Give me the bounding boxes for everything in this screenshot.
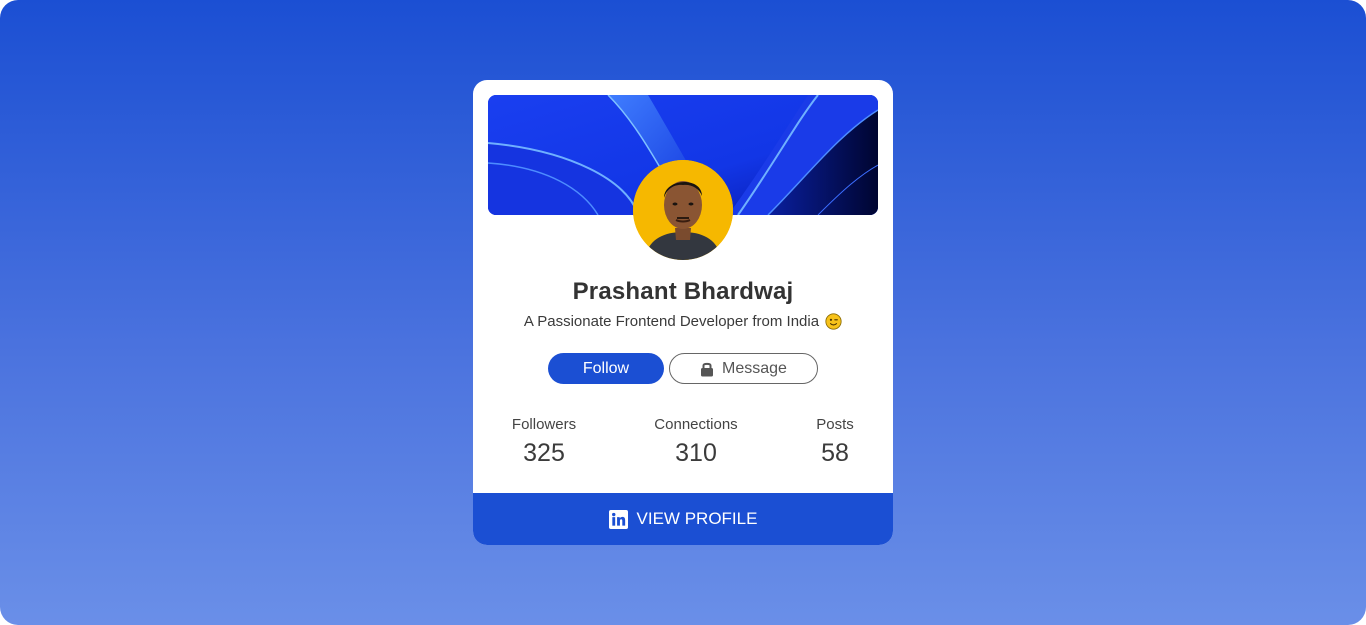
linkedin-icon [608, 509, 628, 529]
page-background: Prashant Bhardwaj A Passionate Frontend … [0, 0, 1366, 625]
stat-label: Posts [816, 416, 854, 433]
lock-icon [700, 361, 714, 377]
stat-value: 58 [821, 439, 849, 467]
stat-label: Connections [654, 416, 738, 433]
view-profile-button[interactable]: VIEW PROFILE [473, 493, 893, 545]
stat-connections: Connections 310 [646, 416, 746, 468]
profile-card: Prashant Bhardwaj A Passionate Frontend … [473, 80, 893, 545]
avatar-photo [633, 160, 733, 260]
stat-value: 325 [523, 439, 565, 467]
stat-value: 310 [675, 439, 717, 467]
stat-label: Followers [511, 416, 577, 433]
message-button[interactable]: Message [669, 353, 818, 384]
follow-button[interactable]: Follow [548, 353, 664, 384]
stat-followers: Followers 325 [503, 416, 585, 468]
tagline-text: A Passionate Frontend Developer from Ind… [523, 313, 820, 330]
message-button-label: Message [722, 359, 787, 377]
winking-face-icon [825, 313, 842, 330]
profile-tagline: A Passionate Frontend Developer from Ind… [473, 313, 893, 330]
stat-posts: Posts 58 [808, 416, 862, 468]
profile-name: Prashant Bhardwaj [572, 278, 794, 305]
view-profile-label: VIEW PROFILE [636, 509, 758, 528]
avatar[interactable] [633, 160, 733, 260]
